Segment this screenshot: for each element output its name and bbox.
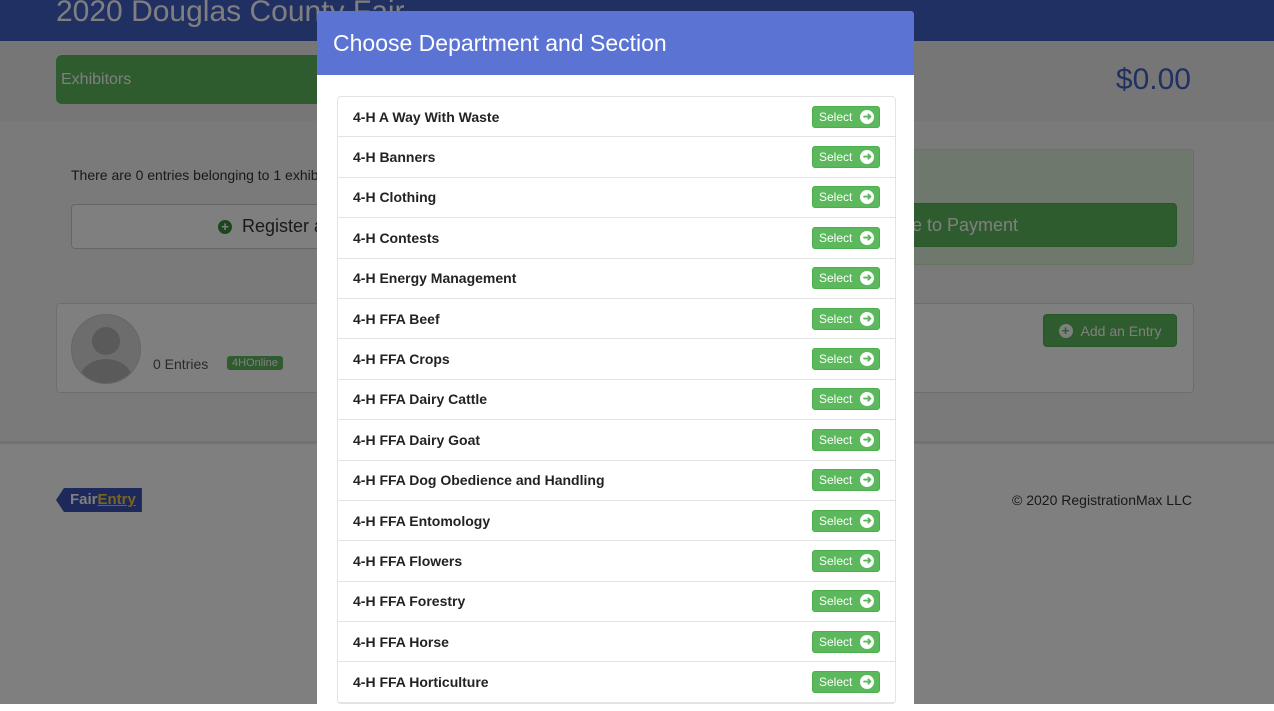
department-label: 4-H FFA Entomology — [353, 512, 491, 529]
department-label: 4-H Clothing — [353, 189, 437, 206]
select-button[interactable]: Select ➜ — [812, 267, 880, 290]
department-modal: Choose Department and Section 4-H A Way … — [317, 11, 914, 711]
department-row: 4-H FFA Dog Obedience and Handling Select… — [338, 461, 895, 501]
modal-header: Choose Department and Section — [317, 11, 914, 75]
arrow-circle-right-icon: ➜ — [860, 432, 875, 447]
arrow-circle-right-icon: ➜ — [860, 513, 875, 528]
arrow-circle-right-icon: ➜ — [860, 352, 875, 367]
department-label: 4-H FFA Dairy Cattle — [353, 391, 488, 408]
department-row: 4-H FFA Horse Select ➜ — [338, 622, 895, 663]
select-button[interactable]: Select ➜ — [812, 226, 880, 249]
department-label: 4-H FFA Beef — [353, 310, 440, 327]
select-button-label: Select — [819, 594, 853, 609]
department-row: 4-H FFA Beef Select ➜ — [338, 299, 895, 340]
select-button[interactable]: Select ➜ — [812, 428, 880, 451]
select-button-label: Select — [819, 230, 853, 245]
select-button[interactable]: Select ➜ — [812, 307, 880, 330]
select-button-label: Select — [819, 190, 853, 205]
department-row: 4-H Clothing Select ➜ — [338, 178, 895, 219]
department-row: 4-H FFA Forestry Select ➜ — [338, 582, 895, 623]
department-label: 4-H FFA Dog Obedience and Handling — [353, 472, 605, 489]
select-button-label: Select — [819, 109, 853, 124]
department-label: 4-H Energy Management — [353, 270, 517, 287]
department-label: 4-H FFA Horse — [353, 633, 449, 650]
department-list: 4-H A Way With Waste Select ➜ 4-H Banners Se… — [337, 96, 896, 704]
select-button-label: Select — [819, 352, 853, 367]
arrow-circle-right-icon: ➜ — [860, 150, 875, 165]
department-row: 4-H FFA Dairy Cattle Select ➜ — [338, 380, 895, 421]
select-button-label: Select — [819, 634, 853, 649]
department-row: 4-H A Way With Waste Select ➜ — [338, 97, 895, 138]
select-button[interactable]: Select ➜ — [812, 590, 880, 613]
arrow-circle-right-icon: ➜ — [860, 553, 875, 568]
department-label: 4-H FFA Flowers — [353, 552, 463, 569]
select-button-label: Select — [819, 513, 853, 528]
department-row: 4-H FFA Dairy Goat Select ➜ — [338, 420, 895, 461]
select-button-label: Select — [819, 392, 853, 407]
department-row: 4-H FFA Crops Select ➜ — [338, 339, 895, 380]
arrow-circle-right-icon: ➜ — [860, 594, 875, 609]
select-button-label: Select — [819, 271, 853, 286]
select-button[interactable]: Select ➜ — [812, 549, 880, 572]
department-label: 4-H FFA Forestry — [353, 593, 466, 610]
department-label: 4-H A Way With Waste — [353, 108, 500, 125]
department-label: 4-H FFA Horticulture — [353, 674, 489, 691]
select-button-label: Select — [819, 150, 853, 165]
department-row: 4-H Energy Management Select ➜ — [338, 259, 895, 299]
department-label: 4-H FFA Crops — [353, 351, 450, 368]
select-button[interactable]: Select ➜ — [812, 630, 880, 653]
arrow-circle-right-icon: ➜ — [860, 392, 875, 407]
select-button[interactable]: Select ➜ — [812, 388, 880, 411]
arrow-circle-right-icon: ➜ — [860, 311, 875, 326]
department-row: 4-H FFA Horticulture Select ➜ — [338, 662, 895, 703]
select-button-label: Select — [819, 553, 853, 568]
arrow-circle-right-icon: ➜ — [860, 190, 875, 205]
department-label: 4-H Banners — [353, 149, 436, 166]
department-label: 4-H FFA Dairy Goat — [353, 431, 481, 448]
select-button-label: Select — [819, 311, 853, 326]
select-button[interactable]: Select ➜ — [812, 671, 880, 694]
modal-title: Choose Department and Section — [333, 29, 667, 56]
arrow-circle-right-icon: ➜ — [860, 109, 875, 124]
arrow-circle-right-icon: ➜ — [860, 473, 875, 488]
department-label: 4-H Contests — [353, 229, 440, 246]
select-button[interactable]: Select ➜ — [812, 509, 880, 532]
department-row: 4-H FFA Entomology Select ➜ — [338, 501, 895, 542]
select-button[interactable]: Select ➜ — [812, 146, 880, 169]
select-button[interactable]: Select ➜ — [812, 186, 880, 209]
arrow-circle-right-icon: ➜ — [860, 675, 875, 690]
department-row: 4-H FFA Flowers Select ➜ — [338, 541, 895, 582]
select-button[interactable]: Select ➜ — [812, 348, 880, 371]
select-button[interactable]: Select ➜ — [812, 469, 880, 492]
select-button-label: Select — [819, 473, 853, 488]
arrow-circle-right-icon: ➜ — [860, 634, 875, 649]
arrow-circle-right-icon: ➜ — [860, 230, 875, 245]
arrow-circle-right-icon: ➜ — [860, 271, 875, 286]
department-row: 4-H Contests Select ➜ — [338, 218, 895, 259]
department-row: 4-H Banners Select ➜ — [338, 137, 895, 178]
select-button[interactable]: Select ➜ — [812, 105, 880, 128]
select-button-label: Select — [819, 432, 853, 447]
select-button-label: Select — [819, 675, 853, 690]
